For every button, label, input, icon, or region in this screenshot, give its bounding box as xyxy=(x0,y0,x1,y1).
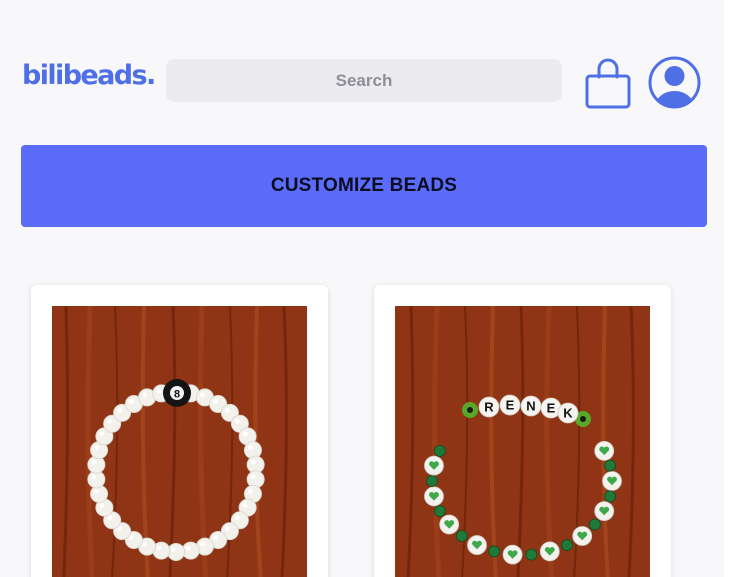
eight-ball-bead: 8 xyxy=(163,379,191,407)
bead-highlight xyxy=(117,407,123,413)
bead-highlight xyxy=(250,474,256,480)
bead-highlight xyxy=(107,515,113,521)
eight-ball-label: 8 xyxy=(174,389,180,401)
bead-highlight xyxy=(248,445,253,451)
bead-highlight xyxy=(142,392,148,398)
app-screen: bilibeads. CUSTOMIZE BEADS xyxy=(0,0,724,577)
green-spacer-bead xyxy=(604,490,616,503)
bead-highlight xyxy=(213,399,219,404)
bead-highlight xyxy=(185,545,191,551)
product-card[interactable]: RENEK xyxy=(374,285,671,577)
bead-highlight xyxy=(250,459,256,465)
bead-highlight xyxy=(107,418,113,424)
bead-highlight xyxy=(248,488,253,494)
bead-highlight xyxy=(224,407,230,413)
bead-highlight xyxy=(94,445,99,451)
bead-highlight xyxy=(234,418,240,424)
user-avatar-icon[interactable] xyxy=(648,56,701,109)
brand-logo[interactable]: bilibeads. xyxy=(22,60,156,91)
bead-highlight xyxy=(171,547,176,552)
bead-highlight xyxy=(99,502,105,508)
product-card[interactable]: 8 xyxy=(31,285,328,577)
customize-beads-button[interactable]: CUSTOMIZE BEADS xyxy=(21,145,707,227)
bead-highlight xyxy=(91,459,97,465)
product-image[interactable]: 8 xyxy=(52,306,307,577)
letter-bead-label: R xyxy=(484,400,494,415)
green-spacer-bead xyxy=(525,548,538,561)
green-spacer-bead xyxy=(426,475,438,487)
bead-highlight xyxy=(242,431,248,437)
bead-highlight xyxy=(242,502,248,508)
green-spacer-bead xyxy=(433,445,446,457)
letter-bead-label: N xyxy=(526,399,535,414)
search-input[interactable] xyxy=(166,59,562,102)
bead-highlight xyxy=(213,535,219,540)
green-spacer-bead xyxy=(561,539,573,551)
bead-highlight xyxy=(91,474,97,480)
letter-bead-label: E xyxy=(506,398,515,413)
letter-bead-label: E xyxy=(547,401,556,416)
green-spacer-bead xyxy=(588,518,601,531)
bead-highlight xyxy=(199,541,205,547)
bead-highlight xyxy=(199,392,205,398)
bead-highlight xyxy=(128,399,134,404)
shopping-bag-icon[interactable] xyxy=(584,57,632,109)
bead-highlight xyxy=(156,388,162,394)
bead-highlight xyxy=(99,431,105,437)
green-spacer-bead xyxy=(488,545,501,558)
green-spacer-bead xyxy=(455,530,468,542)
letter-bead-label: K xyxy=(563,406,573,421)
green-spacer-bead xyxy=(604,459,616,472)
bead-highlight xyxy=(234,515,240,521)
green-spacer-bead xyxy=(433,505,446,517)
bead-highlight xyxy=(142,541,148,547)
product-image[interactable]: RENEK xyxy=(395,306,650,577)
bead-highlight xyxy=(156,545,162,551)
bead-highlight xyxy=(224,526,230,532)
bead-highlight xyxy=(94,488,99,494)
